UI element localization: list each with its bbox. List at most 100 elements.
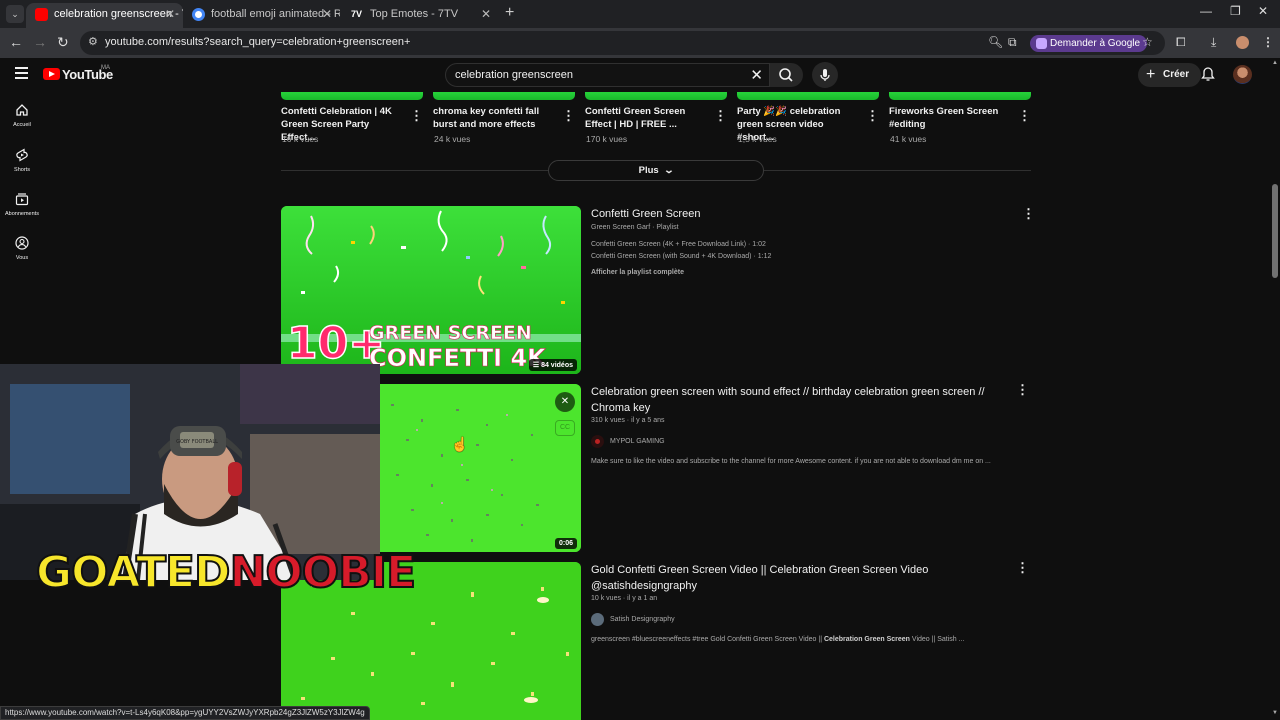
channel-name: Satish Designgraphy — [610, 616, 675, 623]
bookmark-star-icon[interactable]: ☆ — [1142, 35, 1153, 49]
shelf-item-views: 24 k vues — [434, 134, 471, 144]
shelf-item-title[interactable]: Confetti Green Screen Effect | HD | FREE… — [585, 105, 710, 131]
captions-icon[interactable]: CC — [555, 420, 575, 436]
result-title[interactable]: Celebration green screen with sound effe… — [591, 384, 1011, 416]
sidebar-item-label: Accueil — [13, 122, 31, 128]
shelf-item-title[interactable]: chroma key confetti fall burst and more … — [433, 105, 558, 131]
search-button[interactable] — [770, 63, 803, 87]
shelf-item-views: 41 k vues — [890, 134, 927, 144]
more-actions-icon[interactable] — [1022, 206, 1035, 222]
link-status-bar: https://www.youtube.com/watch?v=t-Ls4y6q… — [0, 706, 370, 720]
plus-icon: + — [1146, 66, 1156, 83]
channel-avatar[interactable] — [591, 435, 604, 448]
shelf-item-views: 170 k vues — [586, 134, 628, 144]
channel-avatar[interactable] — [591, 613, 604, 626]
microphone-icon — [820, 69, 830, 81]
downloads-icon[interactable]: ⤓ — [1211, 35, 1216, 50]
shelf-item-views: 1,5 k vues — [738, 134, 777, 144]
tab-search-button[interactable]: ⌄ — [6, 5, 24, 23]
show-more-label: Plus — [638, 165, 659, 176]
you-icon — [15, 236, 29, 250]
playlist-subtitle[interactable]: Green Screen Garf · Playlist — [591, 224, 679, 231]
extensions-icon[interactable]: ⧠ — [1176, 35, 1186, 50]
shelf-item-title[interactable]: Fireworks Green Screen #editing — [889, 105, 1014, 131]
7tv-favicon-icon: 7V — [351, 9, 363, 19]
playlist-entry[interactable]: Confetti Green Screen (4K + Free Downloa… — [591, 241, 766, 248]
menu-icon[interactable] — [15, 67, 28, 79]
shelf-thumbnail[interactable] — [281, 92, 423, 100]
gemini-icon — [1036, 38, 1047, 49]
voice-search-button[interactable] — [812, 62, 838, 88]
account-avatar[interactable] — [1233, 65, 1252, 84]
shelf-thumbnail[interactable] — [737, 92, 879, 100]
browser-menu-icon[interactable]: ⋮ — [1262, 35, 1274, 49]
video-description: greenscreen #bluescreeneffects #tree Gol… — [591, 636, 964, 643]
site-info-icon[interactable]: ⚙ — [88, 35, 104, 51]
result-title[interactable]: Gold Confetti Green Screen Video || Cele… — [591, 562, 1011, 594]
playlist-thumbnail[interactable]: 10+ GREEN SCREEN CONFETTI 4K ☰ 84 vidéos — [281, 206, 581, 374]
shelf-item-views: 16 k vues — [282, 134, 319, 144]
zoom-icon[interactable]: 🔍︎ — [988, 35, 1003, 49]
cursor-hand-icon: ☝ — [451, 436, 469, 452]
youtube-logo-icon[interactable] — [43, 68, 60, 80]
search-input[interactable]: celebration greenscreen ✕ — [445, 63, 770, 87]
notifications-icon[interactable] — [1200, 66, 1216, 87]
more-actions-icon[interactable] — [714, 108, 727, 124]
sidebar-item-you[interactable]: Vous — [0, 236, 44, 261]
tab-7tv[interactable]: 7V Top Emotes - 7TV ✕ — [342, 3, 499, 28]
description-text: greenscreen #bluescreeneffects #tree Gol… — [591, 636, 824, 643]
shelf-thumbnail[interactable] — [433, 92, 575, 100]
more-actions-icon[interactable] — [1016, 560, 1029, 576]
description-highlight: Celebration Green Screen — [823, 636, 910, 643]
youtube-favicon-icon — [35, 8, 48, 21]
channel-link[interactable]: MYPOL GAMING — [591, 435, 665, 448]
more-actions-icon[interactable] — [1018, 108, 1031, 124]
sidebar-item-subscriptions[interactable]: Abonnements — [0, 192, 44, 217]
ask-google-button[interactable]: Demander à Google — [1030, 35, 1148, 52]
tab-google-search[interactable]: football emoji animated - Recherche ✕ — [183, 3, 340, 28]
more-actions-icon[interactable] — [866, 108, 879, 124]
chevron-down-icon: ⌄ — [663, 165, 675, 176]
browser-toolbar: ← → ↻ ⚙ youtube.com/results?search_query… — [0, 28, 1280, 58]
mute-icon[interactable]: ✕ — [555, 392, 575, 412]
forward-icon[interactable]: → — [33, 34, 47, 50]
close-tab-icon[interactable]: ✕ — [481, 3, 491, 25]
scroll-up-icon[interactable]: ▲ — [1272, 60, 1278, 66]
playlist-entry[interactable]: Confetti Green Screen (with Sound + 4K D… — [591, 253, 771, 260]
more-actions-icon[interactable] — [562, 108, 575, 124]
more-actions-icon[interactable] — [410, 108, 423, 124]
address-bar[interactable]: ⚙ youtube.com/results?search_query=celeb… — [80, 31, 1165, 55]
view-full-playlist-link[interactable]: Afficher la playlist complète — [591, 269, 684, 276]
more-actions-icon[interactable] — [1016, 382, 1029, 398]
sidebar-item-label: Abonnements — [5, 211, 39, 217]
profile-avatar[interactable] — [1236, 36, 1249, 49]
scrollbar-thumb[interactable] — [1272, 184, 1278, 278]
search-icon — [779, 68, 793, 82]
cap-text: GOBY FOOTBALL — [176, 439, 218, 445]
shelf-thumbnail[interactable] — [585, 92, 727, 100]
video-meta: 10 k vues · il y a 1 an — [591, 595, 658, 602]
channel-link[interactable]: Satish Designgraphy — [591, 613, 675, 626]
reload-icon[interactable]: ↻ — [57, 34, 69, 51]
scroll-down-icon[interactable]: ▼ — [1272, 710, 1278, 716]
close-tab-icon[interactable]: ✕ — [165, 3, 175, 25]
back-icon[interactable]: ← — [9, 34, 23, 50]
close-tab-icon[interactable]: ✕ — [322, 3, 332, 25]
new-tab-icon[interactable]: + — [505, 4, 514, 22]
clear-search-icon[interactable]: ✕ — [750, 66, 763, 84]
playlist-icon: ☰ — [532, 362, 542, 369]
show-more-button[interactable]: Plus ⌄ — [548, 160, 764, 181]
tab-youtube[interactable]: celebration greenscreen - YouTube ✕ — [26, 3, 183, 28]
scrollbar-track[interactable]: ▲ ▼ — [1270, 58, 1280, 720]
search-query: celebration greenscreen — [455, 69, 574, 81]
google-favicon-icon — [192, 8, 205, 21]
restore-icon[interactable]: ❐ — [1230, 4, 1241, 18]
cast-icon[interactable]: ⧉ — [1008, 35, 1017, 50]
sidebar-item-home[interactable]: Accueil — [0, 103, 44, 128]
shelf-thumbnail[interactable] — [889, 92, 1031, 100]
result-title[interactable]: Confetti Green Screen — [591, 206, 1011, 222]
minimize-icon[interactable]: — — [1200, 4, 1212, 18]
create-button[interactable]: + Créer — [1138, 63, 1202, 87]
sidebar-item-shorts[interactable]: Shorts — [0, 148, 44, 173]
close-window-icon[interactable]: ✕ — [1258, 4, 1268, 18]
